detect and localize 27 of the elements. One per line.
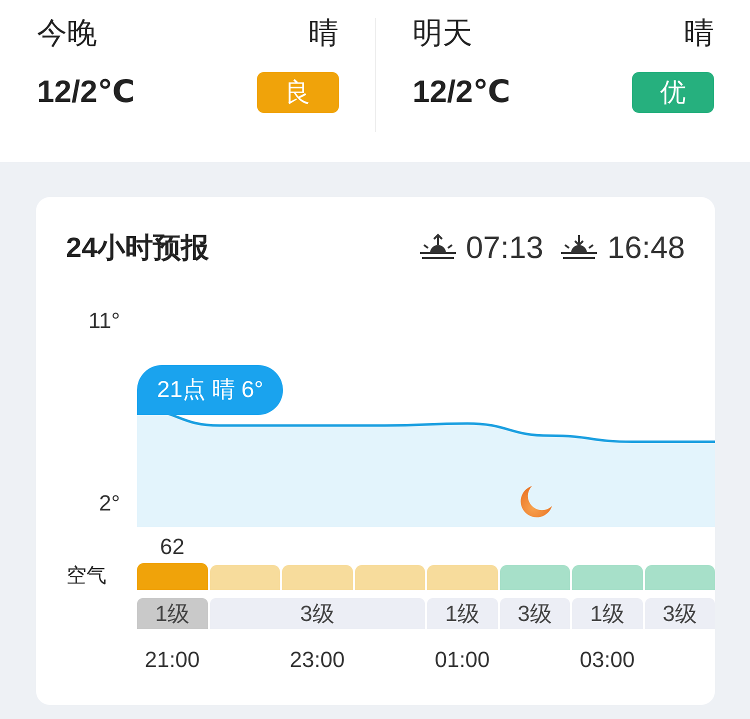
- air-quality-badge: 良: [256, 72, 338, 113]
- temperature-range: 12/2℃: [412, 73, 510, 111]
- period-label: 明天: [412, 16, 472, 52]
- sunset-time: 16:48: [607, 229, 685, 267]
- time-label: 21:00: [144, 646, 201, 674]
- weather-label: 晴: [308, 16, 338, 52]
- sunrise-time: 07:13: [466, 229, 544, 267]
- air-value: 62: [160, 532, 184, 560]
- wind-level: 1级: [137, 598, 208, 628]
- weather-label: 晴: [684, 16, 714, 52]
- wind-level: 3级: [210, 598, 425, 628]
- axis-tick-label: 11°: [88, 308, 120, 332]
- wind-level: 1级: [427, 598, 498, 628]
- time-label: 03:00: [578, 646, 636, 674]
- wind-level: 3级: [500, 598, 570, 628]
- period-label: 今晚: [37, 16, 97, 52]
- time-label: 01:00: [434, 646, 491, 674]
- temperature-range: 12/2℃: [37, 73, 135, 111]
- moon-icon: [520, 486, 552, 517]
- time-label: 23:00: [288, 646, 346, 674]
- tooltip: 21点 晴 6°: [137, 364, 284, 414]
- air-quality-badge: 优: [632, 72, 714, 113]
- wind-level: 3级: [644, 598, 715, 628]
- axis-tick-label: 2°: [98, 490, 120, 516]
- card-title: 24小时预报: [66, 231, 210, 266]
- air-label: 空气: [66, 564, 106, 589]
- wind-level: 1级: [572, 598, 642, 628]
